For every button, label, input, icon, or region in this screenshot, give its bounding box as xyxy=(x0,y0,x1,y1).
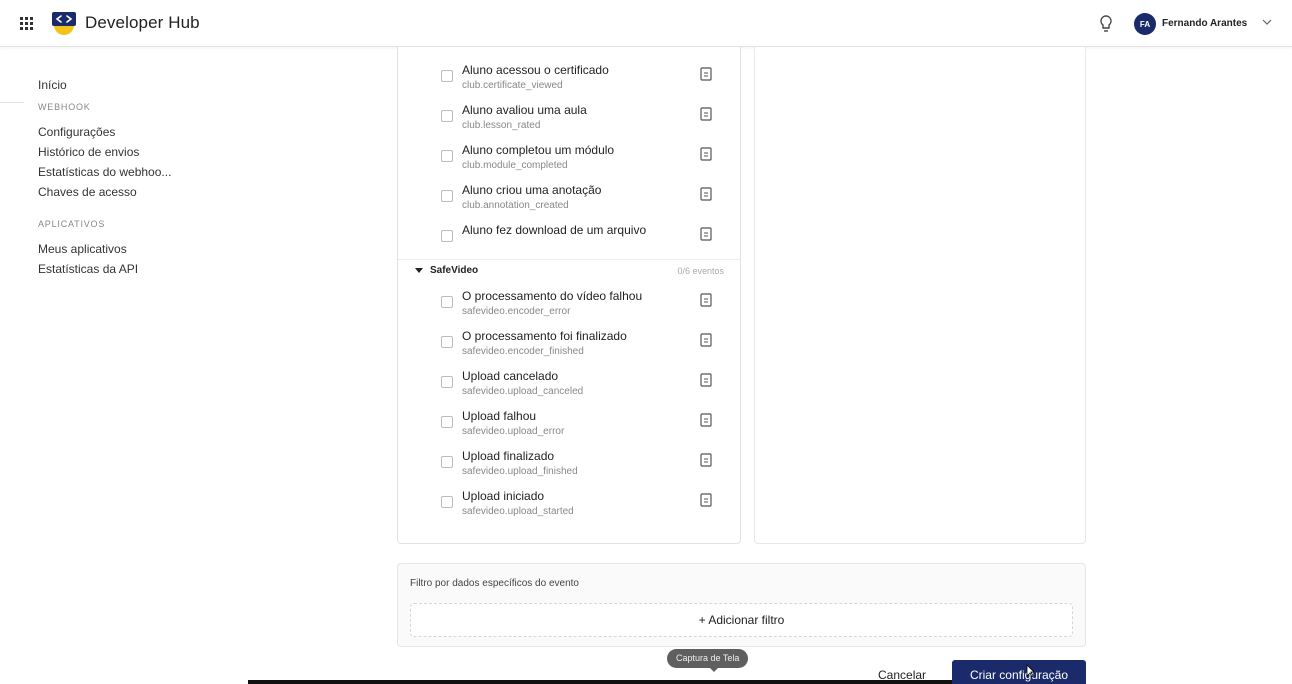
event-checkbox[interactable] xyxy=(441,150,453,162)
copy-icon[interactable] xyxy=(700,187,712,201)
sidebar-item-history[interactable]: Histórico de envios xyxy=(38,145,139,159)
event-label: Upload iniciado xyxy=(462,489,545,503)
event-row[interactable]: Upload finalizado safevideo.upload_finis… xyxy=(398,448,740,488)
event-row[interactable]: Aluno avaliou uma aula club.lesson_rated xyxy=(398,102,740,142)
event-label: O processamento foi finalizado xyxy=(462,329,627,343)
copy-icon[interactable] xyxy=(700,413,712,427)
event-label: Aluno avaliou uma aula xyxy=(462,103,587,117)
copy-icon[interactable] xyxy=(700,107,712,121)
top-bar: Developer Hub FA Fernando Arantes xyxy=(0,0,1292,47)
add-filter-button[interactable]: + Adicionar filtro xyxy=(410,603,1073,637)
event-code: safevideo.upload_started xyxy=(462,506,574,517)
event-checkbox[interactable] xyxy=(441,296,453,308)
event-label: Aluno acessou o certificado xyxy=(462,63,609,77)
copy-icon[interactable] xyxy=(700,293,712,307)
apps-grid-icon[interactable] xyxy=(20,17,33,30)
event-label: Aluno fez download de um arquivo xyxy=(462,223,647,237)
event-code: club.lesson_rated xyxy=(462,120,541,131)
event-label: O processamento do vídeo falhou xyxy=(462,289,643,303)
developer-hub-logo xyxy=(52,12,76,35)
event-code: club.certificate_viewed xyxy=(462,80,563,91)
event-checkbox[interactable] xyxy=(441,230,453,242)
event-label: Aluno completou um módulo xyxy=(462,143,615,157)
event-checkbox[interactable] xyxy=(441,496,453,508)
copy-icon[interactable] xyxy=(700,333,712,347)
event-checkbox[interactable] xyxy=(441,70,453,82)
event-checkbox[interactable] xyxy=(441,190,453,202)
copy-icon[interactable] xyxy=(700,453,712,467)
events-panel[interactable]: Aluno acessou o certificado club.certifi… xyxy=(397,47,741,544)
sidebar-item-api-stats[interactable]: Estatísticas da API xyxy=(38,262,138,276)
event-filter-section: Filtro por dados específicos do evento +… xyxy=(397,563,1086,647)
event-code: safevideo.encoder_error xyxy=(462,306,571,317)
event-label: Upload finalizado xyxy=(462,449,555,463)
create-configuration-button[interactable]: Criar configuração xyxy=(952,660,1086,684)
event-checkbox[interactable] xyxy=(441,456,453,468)
event-row[interactable]: Aluno criou uma anotação club.annotation… xyxy=(398,182,740,222)
copy-icon[interactable] xyxy=(700,67,712,81)
event-row[interactable]: O processamento do vídeo falhou safevide… xyxy=(398,288,740,328)
event-code: club.annotation_created xyxy=(462,200,569,211)
event-group-count: 0/6 eventos xyxy=(677,266,724,276)
payload-preview-panel xyxy=(754,47,1086,544)
event-row[interactable]: Upload cancelado safevideo.upload_cancel… xyxy=(398,368,740,408)
copy-icon[interactable] xyxy=(700,373,712,387)
event-group-name: SafeVideo xyxy=(430,265,479,276)
event-checkbox[interactable] xyxy=(441,416,453,428)
copy-icon[interactable] xyxy=(700,147,712,161)
event-checkbox[interactable] xyxy=(441,376,453,388)
event-row[interactable]: Aluno completou um módulo club.module_co… xyxy=(398,142,740,182)
event-row[interactable]: Upload iniciado safevideo.upload_started xyxy=(398,488,740,528)
event-checkbox[interactable] xyxy=(441,110,453,122)
tooltip-arrow xyxy=(709,667,719,672)
screenshot-tooltip: Captura de Tela xyxy=(667,649,749,668)
sidebar-section-webhook: WEBHOOK xyxy=(38,102,91,112)
copy-icon[interactable] xyxy=(700,493,712,507)
filter-title: Filtro por dados específicos do evento xyxy=(410,578,579,589)
mouse-cursor-icon xyxy=(1026,664,1034,678)
event-checkbox[interactable] xyxy=(441,336,453,348)
copy-icon[interactable] xyxy=(700,227,712,241)
event-code: club.module_completed xyxy=(462,160,568,171)
event-code: safevideo.upload_error xyxy=(462,426,565,437)
sidebar-item-webhook-stats[interactable]: Estatísticas do webhoo... xyxy=(38,165,171,179)
user-avatar[interactable]: FA xyxy=(1134,13,1156,35)
lightbulb-icon[interactable] xyxy=(1098,14,1114,34)
event-label: Upload falhou xyxy=(462,409,537,423)
screen-capture-dock xyxy=(248,680,952,684)
event-code: safevideo.encoder_finished xyxy=(462,346,584,357)
event-code: safevideo.upload_canceled xyxy=(462,386,584,397)
event-row[interactable]: Upload falhou safevideo.upload_error xyxy=(398,408,740,448)
sidebar-divider xyxy=(0,102,24,103)
event-group-header[interactable]: SafeVideo 0/6 eventos xyxy=(398,259,740,281)
sidebar-item-access-keys[interactable]: Chaves de acesso xyxy=(38,185,137,199)
event-row[interactable]: Aluno fez download de um arquivo xyxy=(398,222,740,262)
event-row[interactable]: O processamento foi finalizado safevideo… xyxy=(398,328,740,368)
event-label: Upload cancelado xyxy=(462,369,559,383)
chevron-down-icon[interactable] xyxy=(1262,18,1272,26)
sidebar-section-apps: APLICATIVOS xyxy=(38,219,106,229)
caret-down-icon[interactable] xyxy=(415,268,423,273)
event-label: Aluno criou uma anotação xyxy=(462,183,602,197)
sidebar: Início WEBHOOK Configurações Histórico d… xyxy=(0,47,200,684)
event-row[interactable]: Aluno acessou o certificado club.certifi… xyxy=(398,62,740,102)
sidebar-item-my-apps[interactable]: Meus aplicativos xyxy=(38,242,127,256)
event-code: safevideo.upload_finished xyxy=(462,466,578,477)
sidebar-item-configurations[interactable]: Configurações xyxy=(38,125,115,139)
sidebar-item-home[interactable]: Início xyxy=(38,78,67,92)
user-name[interactable]: Fernando Arantes xyxy=(1162,18,1247,29)
brand-title: Developer Hub xyxy=(85,13,200,32)
